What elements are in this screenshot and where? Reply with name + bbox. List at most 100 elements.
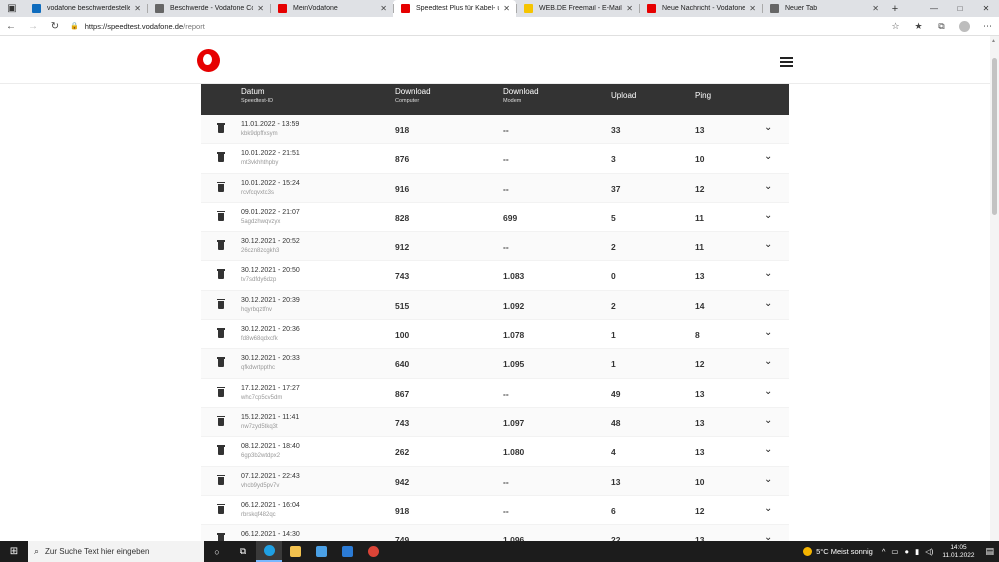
trash-icon[interactable]	[217, 210, 225, 221]
notification-icon[interactable]: ▤	[985, 546, 994, 557]
more-icon[interactable]: ⋯	[976, 21, 999, 32]
cell-ping: 14	[695, 300, 705, 311]
browser-tab[interactable]: Beschwerde - Vodafone Commu✕	[147, 0, 270, 17]
cell-date: 30.12.2021 - 20:50	[241, 267, 300, 275]
cell-ping: 11	[695, 212, 704, 223]
cell-download-computer: 876	[395, 154, 410, 165]
usb-icon[interactable]: ▮	[915, 547, 919, 556]
file-explorer-icon[interactable]	[282, 541, 308, 562]
trash-icon[interactable]	[217, 386, 225, 397]
chevron-down-icon[interactable]: ⌄	[764, 122, 772, 133]
trash-icon[interactable]	[217, 415, 225, 426]
tray-chevron-up-icon[interactable]: ^	[882, 547, 886, 556]
trash-icon[interactable]	[217, 298, 225, 309]
maximize-icon[interactable]: □	[947, 0, 973, 17]
address-bar[interactable]: 🔒 https://speedtest.vodafone.de/report	[70, 19, 884, 33]
minimize-icon[interactable]: —	[921, 0, 947, 17]
mail-icon[interactable]	[334, 541, 360, 562]
chevron-down-icon[interactable]: ⌄	[764, 151, 772, 162]
scroll-up-icon[interactable]: ▲	[991, 38, 996, 44]
new-tab-button[interactable]: +	[885, 0, 905, 17]
trash-icon[interactable]	[217, 328, 225, 339]
vodafone-logo[interactable]	[197, 49, 220, 72]
browser-tab[interactable]: WEB.DE Freemail - E-Mail mach ✕	[516, 0, 639, 17]
browser-tab[interactable]: Neue Nachricht - Vodafone Con✕	[639, 0, 762, 17]
weather-text: 5°C Meist sonnig	[816, 547, 873, 556]
weather-widget[interactable]: 5°C Meist sonnig	[803, 547, 873, 556]
trash-icon[interactable]	[217, 445, 225, 456]
browser-tab-strip: ▣ vodafone beschwerdestelle foru✕Beschwe…	[0, 0, 999, 17]
site-header	[0, 36, 990, 84]
cell-date: 30.12.2021 - 20:33	[241, 355, 300, 363]
taskbar-search[interactable]: ⌕ Zur Suche Text hier eingeben	[28, 541, 204, 562]
tab-list: vodafone beschwerdestelle foru✕Beschwerd…	[24, 0, 885, 17]
add-favorite-icon[interactable]: ☆	[884, 21, 907, 32]
volume-icon[interactable]: ◁)	[925, 547, 933, 556]
trash-icon[interactable]	[217, 181, 225, 192]
cell-speedtest-id: nw7zyd5tkq3t	[241, 423, 278, 430]
chevron-down-icon[interactable]: ⌄	[764, 210, 772, 221]
task-view-icon[interactable]: ⧉	[230, 541, 256, 562]
cortana-icon[interactable]: ○	[204, 541, 230, 562]
chevron-down-icon[interactable]: ⌄	[764, 181, 772, 192]
chevron-down-icon[interactable]: ⌄	[764, 356, 772, 367]
chrome-icon[interactable]	[360, 541, 386, 562]
collections-icon[interactable]: ⧉	[930, 21, 953, 32]
close-tab-icon[interactable]: ✕	[626, 4, 633, 13]
browser-tab[interactable]: vodafone beschwerdestelle foru✕	[24, 0, 147, 17]
scrollbar-thumb[interactable]	[992, 58, 997, 215]
trash-icon[interactable]	[217, 474, 225, 485]
close-tab-icon[interactable]: ✕	[134, 4, 141, 13]
browser-tab[interactable]: MeinVodafone ✕	[270, 0, 393, 17]
cell-download-modem: 1.097	[503, 417, 525, 428]
chevron-down-icon[interactable]: ⌄	[764, 239, 772, 250]
edge-taskbar-icon[interactable]	[256, 541, 282, 562]
network-icon[interactable]: ▭	[891, 547, 898, 556]
trash-icon[interactable]	[217, 152, 225, 163]
tab-actions-icon[interactable]: ▣	[0, 0, 24, 17]
lock-icon[interactable]: 🔒	[70, 22, 79, 30]
profile-avatar[interactable]	[959, 20, 970, 32]
close-tab-icon[interactable]: ✕	[749, 4, 756, 13]
table-row: 11.01.2022 - 13:59 kbk9dpffxsym 918 -- 33 13 ⌄	[201, 115, 789, 145]
close-tab-icon[interactable]: ✕	[380, 4, 387, 13]
trash-icon[interactable]	[217, 503, 225, 514]
chevron-down-icon[interactable]: ⌄	[764, 268, 772, 279]
close-tab-icon[interactable]: ✕	[257, 4, 264, 13]
back-icon[interactable]: ←	[0, 21, 22, 32]
close-tab-icon[interactable]: ✕	[503, 4, 510, 13]
browser-tab[interactable]: Speedtest Plus für Kabel- und D ✕	[393, 0, 516, 17]
chevron-down-icon[interactable]: ⌄	[764, 415, 772, 426]
cell-download-modem: --	[503, 476, 509, 487]
cell-upload: 49	[611, 388, 621, 399]
hamburger-menu-icon[interactable]	[780, 57, 793, 67]
store-icon[interactable]	[308, 541, 334, 562]
microphone-icon[interactable]: ●	[904, 547, 909, 556]
close-window-icon[interactable]: ✕	[973, 0, 999, 17]
table-row: 06.12.2021 - 16:04 rbrskqf482qc 918 -- 6 12 ⌄	[201, 496, 789, 526]
page-scrollbar[interactable]: ▲	[990, 36, 999, 541]
chevron-down-icon[interactable]: ⌄	[764, 503, 772, 514]
favorites-icon[interactable]: ★	[907, 21, 930, 32]
windows-start-icon[interactable]: ⊞	[0, 546, 28, 557]
col-download-computer: Download Computer	[395, 87, 431, 104]
cell-download-modem: --	[503, 388, 509, 399]
cell-speedtest-id: fd8w68qdxcfk	[241, 336, 278, 343]
browser-tab[interactable]: Neuer Tab ✕	[762, 0, 885, 17]
trash-icon[interactable]	[217, 357, 225, 368]
trash-icon[interactable]	[217, 240, 225, 251]
trash-icon[interactable]	[217, 269, 225, 280]
table-row: 06.12.2021 - 14:30 749 1.096 22 13 ⌄	[201, 525, 789, 541]
close-tab-icon[interactable]: ✕	[872, 4, 879, 13]
reload-icon[interactable]: ↻	[44, 21, 66, 32]
chevron-down-icon[interactable]: ⌄	[764, 298, 772, 309]
cell-date: 08.12.2021 - 18:40	[241, 443, 300, 451]
chevron-down-icon[interactable]: ⌄	[764, 532, 772, 541]
chevron-down-icon[interactable]: ⌄	[764, 444, 772, 455]
chevron-down-icon[interactable]: ⌄	[764, 327, 772, 338]
taskbar-clock[interactable]: 14:05 11.01.2022	[942, 544, 974, 560]
chevron-down-icon[interactable]: ⌄	[764, 474, 772, 485]
chevron-down-icon[interactable]: ⌄	[764, 386, 772, 397]
trash-icon[interactable]	[217, 123, 225, 133]
forward-icon[interactable]: →	[22, 21, 44, 32]
